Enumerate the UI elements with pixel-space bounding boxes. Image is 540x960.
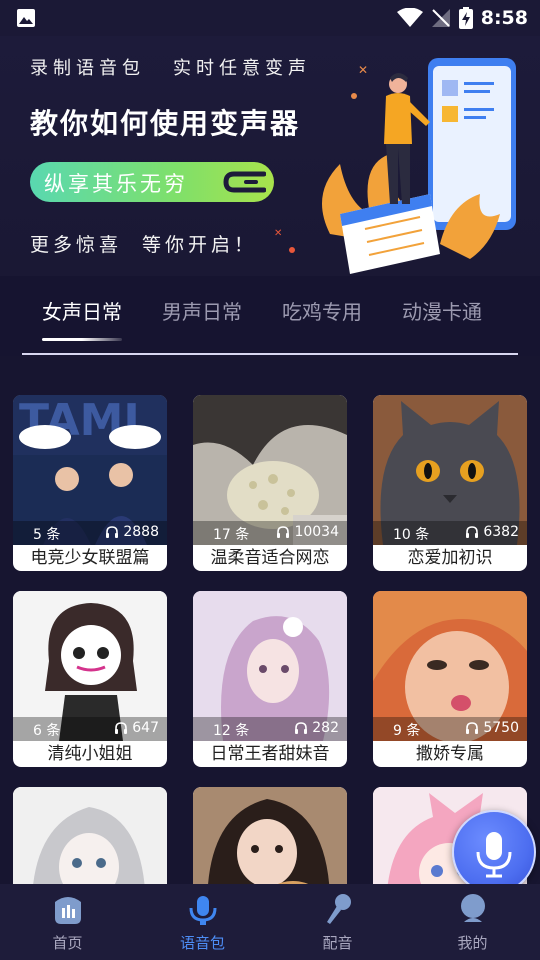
voice-pack-card[interactable] [13,787,167,884]
headphones-icon [295,722,308,734]
play-count: 5750 [483,720,519,736]
banner-title: 教你如何使用变声器 [30,107,301,140]
voice-pack-icon [189,896,216,925]
headphones-icon [106,526,119,538]
voice-pack-grid: TAMI 5 条 2888 电竞少女联盟篇 17 条 10034 温柔音适合网恋… [0,356,540,884]
voice-pack-card[interactable]: 17 条 10034 温柔音适合网恋 [193,395,347,571]
pill-decoration-icon [223,171,266,193]
microphone-icon [326,894,351,924]
card-stats: 5 条 2888 [13,521,167,545]
play-count: 6382 [483,524,519,540]
banner-illustration: ✕ ✕ [274,58,516,274]
card-title: 电竞少女联盟篇 [30,548,150,568]
voice-pack-card[interactable]: 10 条 6382 恋爱加初识 [373,395,527,571]
item-count: 17 条 [213,527,250,543]
nav-label: 配音 [322,934,353,952]
card-stats: 10 条 6382 [373,521,527,545]
wifi-icon [396,8,423,27]
card-stats: 6 条 647 [13,717,167,741]
voice-pack-card[interactable]: 12 条 282 日常王者甜妹音 [193,591,347,767]
voice-pack-card[interactable]: TAMI 5 条 2888 电竞少女联盟篇 [13,395,167,571]
status-bar: 8:58 [0,0,540,36]
card-title: 恋爱加初识 [407,548,493,568]
voice-pack-card[interactable] [193,787,347,884]
tab-anime[interactable]: 动漫卡通 [402,296,482,325]
play-count: 282 [312,720,339,736]
item-count: 5 条 [33,527,61,543]
headphones-icon [115,722,128,734]
bottom-navigation: 首页 语音包 配音 我的 [0,884,540,960]
card-title: 撒娇专属 [416,744,484,764]
headphones-icon [466,722,479,734]
voice-pack-card[interactable]: 6 条 647 清纯小姐姐 [13,591,167,767]
nav-profile[interactable]: 我的 [405,884,540,960]
card-title: 温柔音适合网恋 [210,548,330,568]
category-tabs: 女声日常 男声日常 吃鸡专用 动漫卡通 [0,276,540,356]
tab-indicator [42,338,122,341]
clock: 8:58 [480,7,528,29]
home-icon [54,897,81,924]
battery-charging-icon [458,7,473,29]
headphones-icon [466,526,479,538]
no-signal-icon [431,9,450,27]
item-count: 6 条 [33,723,61,739]
tab-male-daily[interactable]: 男声日常 [162,296,242,325]
headphones-icon [277,526,290,538]
card-thumbnail [13,787,167,884]
svg-text:✕: ✕ [274,228,282,239]
nav-dubbing[interactable]: 配音 [270,884,405,960]
play-count: 2888 [123,524,159,540]
voice-pack-card[interactable]: 9 条 5750 撒娇专属 [373,591,527,767]
microphone-icon [476,832,512,878]
nav-label: 我的 [457,934,488,952]
card-title: 清纯小姐姐 [47,744,133,764]
card-stats: 12 条 282 [193,717,347,741]
item-count: 9 条 [393,723,421,739]
nav-label: 首页 [52,934,83,952]
svg-text:✕: ✕ [358,63,368,77]
card-stats: 9 条 5750 [373,717,527,741]
gallery-notification-icon [17,9,35,27]
card-stats: 17 条 10034 [193,521,347,545]
nav-voice-pack[interactable]: 语音包 [135,884,270,960]
card-thumbnail [193,787,347,884]
card-title: 日常王者甜妹音 [210,744,330,764]
record-voice-button[interactable] [452,810,536,894]
play-count: 647 [132,720,159,736]
banner-pill: 纵享其乐无穷 [30,162,274,202]
nav-label: 语音包 [179,934,225,952]
banner-tagline: 更多惊喜 等你开启！ [30,234,258,256]
play-count: 10034 [294,524,339,540]
nav-home[interactable]: 首页 [0,884,135,960]
tab-pubg[interactable]: 吃鸡专用 [282,296,362,325]
profile-icon [460,894,485,922]
promo-banner[interactable]: 录制语音包 实时任意变声 教你如何使用变声器 纵享其乐无穷 更多惊喜 等你开启！ ✕… [0,36,540,276]
item-count: 12 条 [213,723,250,739]
tab-female-daily[interactable]: 女声日常 [42,296,122,325]
item-count: 10 条 [393,527,430,543]
tabs-divider [22,353,518,355]
